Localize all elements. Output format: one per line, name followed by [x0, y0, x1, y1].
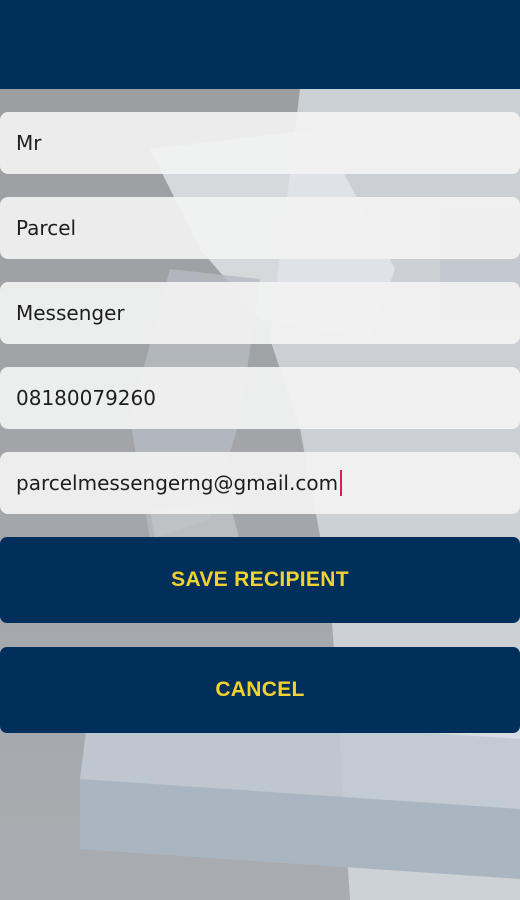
title-field-value: Mr: [16, 131, 42, 155]
first-name-field-value: Parcel: [16, 216, 77, 240]
phone-field[interactable]: 08180079260: [0, 367, 520, 429]
save-recipient-button[interactable]: SAVE RECIPIENT: [0, 537, 520, 623]
save-recipient-label: SAVE RECIPIENT: [171, 568, 349, 591]
cancel-label: CANCEL: [215, 678, 305, 701]
phone-field-value: 08180079260: [16, 386, 156, 410]
first-name-field[interactable]: Parcel: [0, 197, 520, 259]
cancel-button[interactable]: CANCEL: [0, 647, 520, 733]
text-cursor: [340, 470, 343, 496]
app-header: [0, 0, 520, 89]
last-name-field[interactable]: Messenger: [0, 282, 520, 344]
email-field-value: parcelmessengerng@gmail.com: [16, 471, 339, 495]
title-field[interactable]: Mr: [0, 112, 520, 174]
last-name-field-value: Messenger: [16, 301, 125, 325]
email-field[interactable]: parcelmessengerng@gmail.com: [0, 452, 520, 514]
